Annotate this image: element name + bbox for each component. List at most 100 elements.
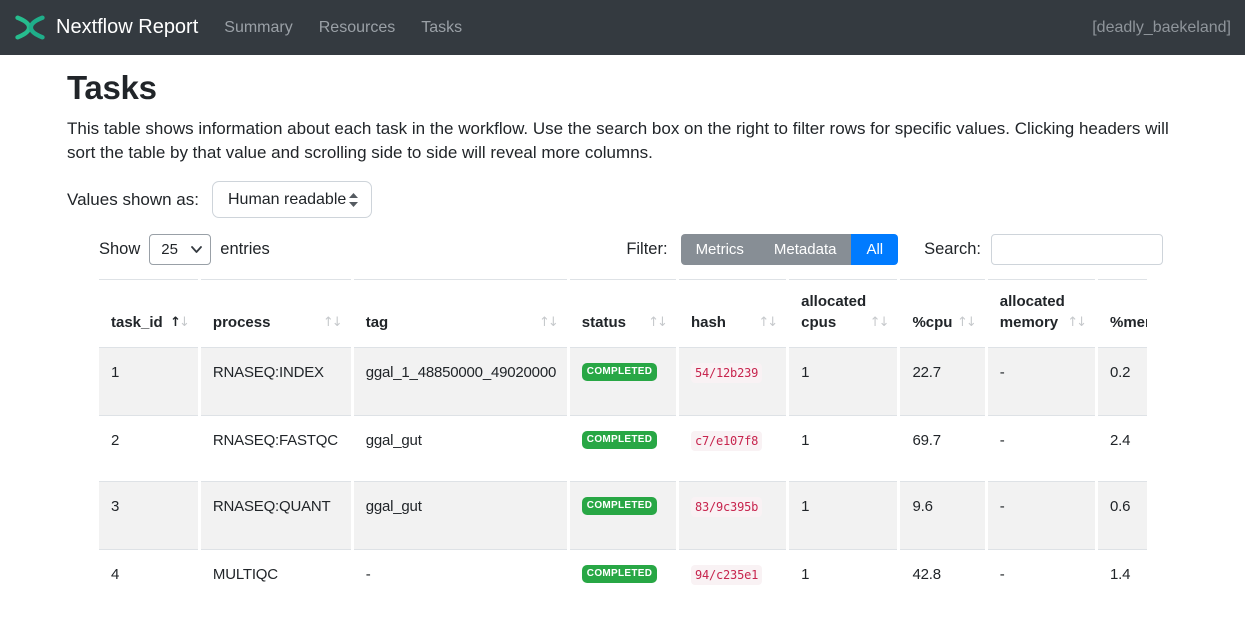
search-label: Search: (924, 240, 981, 259)
cell-process: RNASEQ:QUANT (199, 482, 352, 550)
cell-process: RNASEQ:INDEX (199, 348, 352, 416)
column-header-task_id[interactable]: task_id ↑↓ (99, 280, 199, 348)
sort-icon: ↑↓ (870, 312, 888, 333)
column-label-hash: hash (691, 312, 726, 333)
table-row: 3RNASEQ:QUANTggal_gut COMPLETED 83/9c395b 1… (99, 482, 1147, 550)
sort-icon: ↑↓ (170, 312, 188, 333)
sort-icon: ↑↓ (758, 312, 776, 333)
search-input[interactable] (991, 234, 1163, 265)
cell-tag: - (352, 550, 568, 617)
status-badge: COMPLETED (582, 497, 657, 515)
sort-icon: ↑↓ (1067, 312, 1085, 333)
nav-links: Summary Resources Tasks (224, 19, 462, 37)
status-badge: COMPLETED (582, 363, 657, 381)
cell-task_id: 3 (99, 482, 199, 550)
cell-status: COMPLETED (568, 482, 677, 550)
column-label-allocated_memory: allocated memory (1000, 291, 1063, 333)
app-title: Nextflow Report (56, 16, 198, 39)
column-header-hash[interactable]: hash ↑↓ (677, 280, 787, 348)
page-length-select[interactable]: 25 (149, 234, 211, 265)
cell-status: COMPLETED (568, 416, 677, 482)
hash-code: 94/c235e1 (691, 565, 762, 585)
column-label-tag: tag (366, 312, 389, 333)
cell-allocated_memory: - (986, 550, 1096, 617)
table-header: task_id↑↓process↑↓tag↑↓status↑↓hash↑↓all… (99, 280, 1147, 348)
cell-pct_mem: 2.4 (1097, 416, 1148, 482)
hash-code: 54/12b239 (691, 363, 762, 383)
cell-pct_mem: 0.2 (1097, 348, 1148, 416)
sort-icon: ↑↓ (323, 312, 341, 333)
column-label-allocated_cpus: allocated cpus (801, 291, 866, 333)
cell-tag: ggal_1_48850000_49020000 (352, 348, 568, 416)
column-label-status: status (582, 312, 626, 333)
cell-allocated_cpus: 1 (788, 482, 899, 550)
status-badge: COMPLETED (582, 431, 657, 449)
column-header-allocated_memory[interactable]: allocated memory↑↓ (986, 280, 1096, 348)
cell-allocated_memory: - (986, 416, 1096, 482)
cell-allocated_memory: - (986, 348, 1096, 416)
column-header-tag[interactable]: tag ↑↓ (352, 280, 568, 348)
column-header-pct_cpu[interactable]: %cpu↑↓ (899, 280, 986, 348)
cell-tag: ggal_gut (352, 416, 568, 482)
sort-icon: ↑↓ (957, 312, 975, 333)
column-label-pct_cpu: %cpu (912, 312, 952, 333)
cell-pct_cpu: 69.7 (899, 416, 986, 482)
nextflow-logo-icon (14, 14, 46, 41)
cell-hash: 94/c235e1 (677, 550, 787, 617)
cell-pct_cpu: 42.8 (899, 550, 986, 617)
column-header-pct_mem[interactable]: %mem↑↓ (1097, 280, 1148, 348)
filter-label: Filter: (626, 240, 667, 259)
nav-item-summary[interactable]: Summary (224, 19, 292, 37)
column-label-task_id: task_id (111, 312, 163, 333)
cell-allocated_memory: - (986, 482, 1096, 550)
entries-label: entries (220, 240, 270, 259)
tasks-table-container[interactable]: task_id↑↓process↑↓tag↑↓status↑↓hash↑↓all… (99, 279, 1147, 617)
values-shown-select[interactable]: Human readable (212, 181, 372, 218)
cell-hash: 54/12b239 (677, 348, 787, 416)
cell-task_id: 1 (99, 348, 199, 416)
page-title: Tasks (67, 68, 1178, 108)
cell-pct_cpu: 22.7 (899, 348, 986, 416)
filter-all-button[interactable]: All (851, 234, 898, 265)
navbar: Nextflow Report Summary Resources Tasks … (0, 0, 1245, 55)
cell-status: COMPLETED (568, 550, 677, 617)
filter-metrics-button[interactable]: Metrics (681, 234, 759, 265)
cell-pct_cpu: 9.6 (899, 482, 986, 550)
status-badge: COMPLETED (582, 565, 657, 583)
column-header-status[interactable]: status ↑↓ (568, 280, 677, 348)
cell-tag: ggal_gut (352, 482, 568, 550)
cell-hash: 83/9c395b (677, 482, 787, 550)
table-row: 2RNASEQ:FASTQCggal_gut COMPLETED c7/e107f8… (99, 416, 1147, 482)
cell-allocated_cpus: 1 (788, 416, 899, 482)
cell-task_id: 4 (99, 550, 199, 617)
cell-task_id: 2 (99, 416, 199, 482)
cell-allocated_cpus: 1 (788, 550, 899, 617)
table-row: 1RNASEQ:INDEXggal_1_48850000_49020000COM… (99, 348, 1147, 416)
sort-icon: ↑↓ (539, 312, 557, 333)
table-row: 4MULTIQC-COMPLETED94/c235e1142.8-1.4571.… (99, 550, 1147, 617)
page-length-value: 25 (161, 241, 178, 258)
show-label: Show (99, 240, 140, 259)
values-shown-label: Values shown as: (67, 190, 199, 210)
hash-code: 83/9c395b (691, 497, 762, 517)
chevron-down-icon (191, 246, 202, 253)
column-label-pct_mem: %mem (1110, 312, 1147, 333)
column-header-process[interactable]: process↑↓ (199, 280, 352, 348)
nav-item-tasks[interactable]: Tasks (421, 19, 462, 37)
run-name: [deadly_baekeland] (1092, 19, 1231, 37)
cell-pct_mem: 0.6 (1097, 482, 1148, 550)
values-shown-selected: Human readable (228, 191, 346, 209)
cell-process: MULTIQC (199, 550, 352, 617)
page-description: This table shows information about each … (67, 117, 1170, 165)
column-header-allocated_cpus[interactable]: allocated cpus↑↓ (788, 280, 899, 348)
cell-hash: c7/e107f8 (677, 416, 787, 482)
cell-allocated_cpus: 1 (788, 348, 899, 416)
tasks-table: task_id↑↓process↑↓tag↑↓status↑↓hash↑↓all… (99, 279, 1147, 617)
sort-icon: ↑↓ (648, 312, 666, 333)
cell-process: RNASEQ:FASTQC (199, 416, 352, 482)
up-down-arrows-icon (348, 192, 359, 208)
nav-item-resources[interactable]: Resources (319, 19, 395, 37)
cell-status: COMPLETED (568, 348, 677, 416)
filter-button-group: Metrics Metadata All (681, 234, 899, 265)
filter-metadata-button[interactable]: Metadata (759, 234, 852, 265)
